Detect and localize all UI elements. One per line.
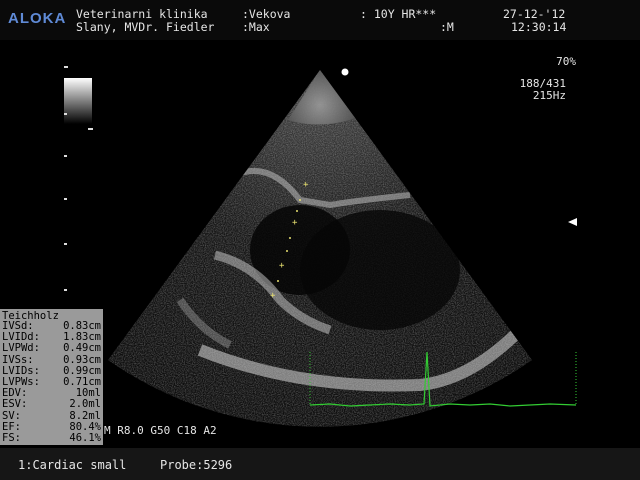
patient-name: :Max xyxy=(242,20,270,34)
measurement-label: ESV: xyxy=(2,398,28,411)
measurement-panel: Teichholz IVSd: 0.83cm LVIDd: 1.83cm LVPWd: 0… xyxy=(0,309,103,445)
svg-text:+: + xyxy=(292,218,298,228)
measurement-value: 0.93cm xyxy=(63,353,101,366)
measurement-label: LVPWd: xyxy=(2,342,40,355)
patient-age-hr: : 10Y HR*** xyxy=(360,7,437,21)
measurement-value: 2.0ml xyxy=(69,398,101,411)
footer-bar: 1:Cardiac small Probe:5296 xyxy=(0,448,640,480)
measurement-row: IVSs: 0.93cm xyxy=(2,353,102,366)
measurement-label: IVSs: xyxy=(2,353,34,366)
measurement-row: LVPWd: 0.49cm xyxy=(2,343,102,354)
gain-readout: 70% xyxy=(556,55,576,68)
measurement-row: SV: 8.2ml xyxy=(2,409,102,422)
measurement-row: ESV: 2.0ml xyxy=(2,399,102,410)
orientation-marker xyxy=(341,68,349,76)
measurement-value: 0.49cm xyxy=(63,342,101,355)
measurement-row: FS: 46.1% xyxy=(2,433,102,444)
brand-logo: ALOKA xyxy=(8,10,67,27)
svg-text:+: + xyxy=(303,180,309,190)
preset-label: 1:Cardiac small xyxy=(18,458,127,472)
operator-name: Slany, MVDr. Fiedler xyxy=(76,20,215,34)
svg-text:+: + xyxy=(279,261,285,271)
image-parameters: M R8.0 G50 C18 A2 xyxy=(104,424,217,437)
probe-label: Probe:5296 xyxy=(160,458,233,472)
focus-marker xyxy=(568,218,577,226)
patient-sex: :M xyxy=(440,20,454,34)
header-bar: ALOKA Veterinarni klinika Slany, MVDr. F… xyxy=(0,0,640,40)
grayscale-bar xyxy=(64,78,92,124)
measurement-value: 8.2ml xyxy=(69,409,101,422)
measurement-label: SV: xyxy=(2,409,21,422)
frequency-readout: 215Hz xyxy=(532,89,566,102)
measurement-value: 46.1% xyxy=(69,432,101,444)
svg-text:+: + xyxy=(270,291,276,301)
measurement-label: FS: xyxy=(2,432,21,444)
exam-time: 12:30:14 xyxy=(511,20,567,34)
